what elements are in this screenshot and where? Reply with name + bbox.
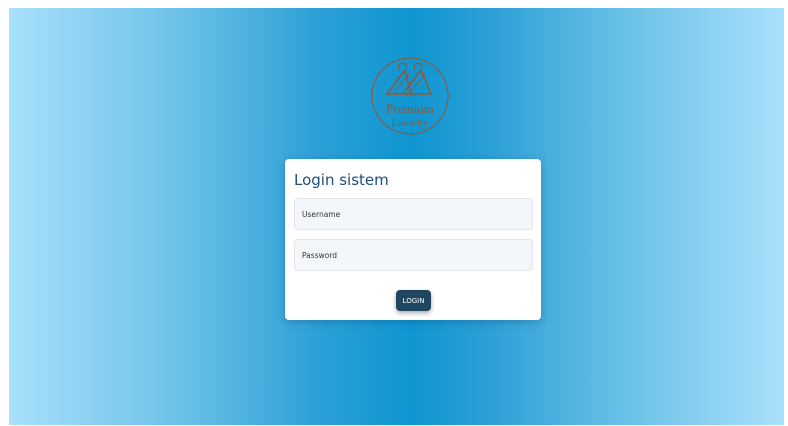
login-title: Login sistem [294,171,389,189]
hanger-logo-icon: Premium Laundry [371,57,449,135]
username-input[interactable] [294,198,533,230]
logo-text-line2: Laundry [391,117,429,129]
password-input[interactable] [294,239,533,271]
logo-text-line1: Premium [386,101,434,116]
login-button[interactable]: LOGIN [396,290,431,311]
background-panel: Premium Laundry Login sistem LOGIN [9,8,784,425]
login-card: Login sistem LOGIN [285,159,541,320]
